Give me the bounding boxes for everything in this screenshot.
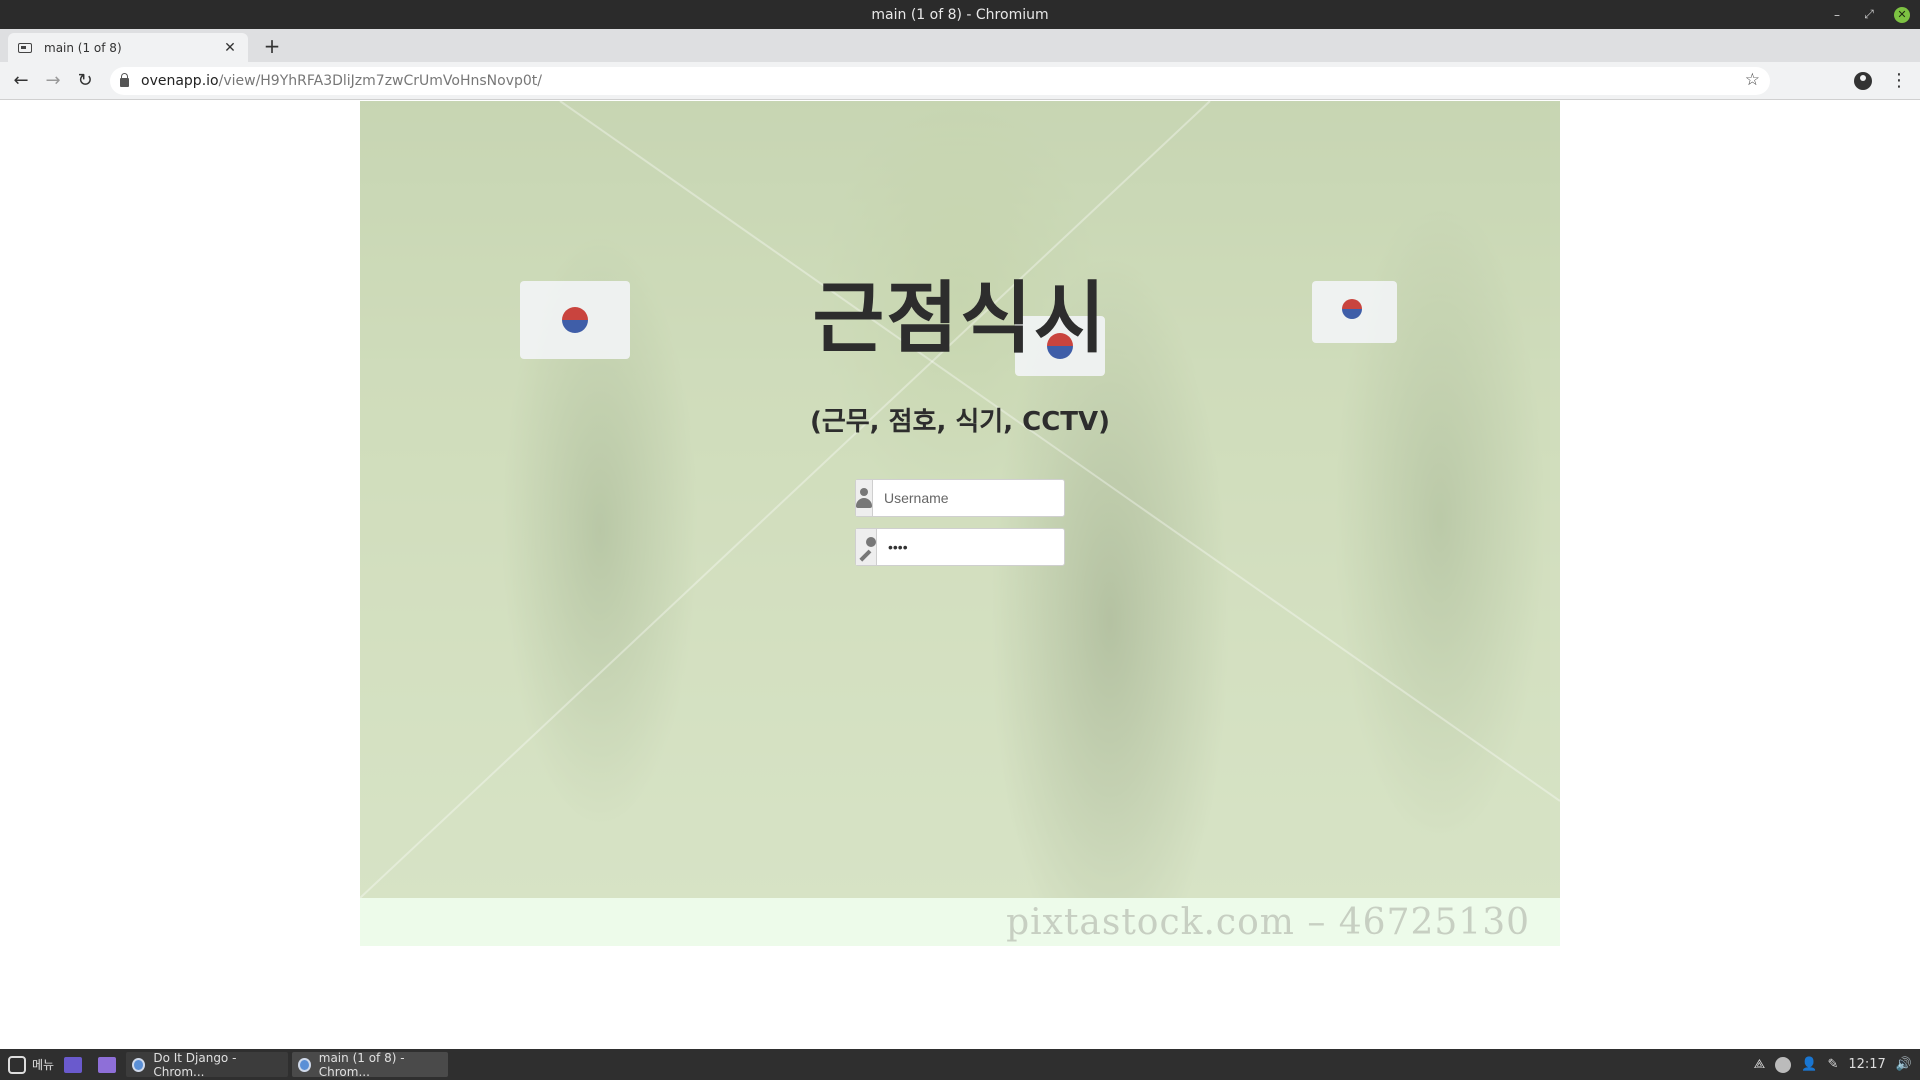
reload-icon[interactable]: ↻ <box>74 70 96 92</box>
system-tray: ⟁ 👤 ✎ 12:17 🔊 <box>1754 1052 1912 1077</box>
page-viewport: pixtastock.com – 46725130 근점식시 (근무, 점호, … <box>0 101 1920 1049</box>
window-titlebar: main (1 of 8) - Chromium – ⤢ ✕ <box>0 0 1920 29</box>
status-icon[interactable] <box>1775 1056 1792 1073</box>
forward-icon[interactable]: → <box>42 70 64 92</box>
chromium-icon <box>132 1057 146 1072</box>
bookmark-star-icon[interactable]: ☆ <box>1745 70 1760 90</box>
username-field <box>855 479 1065 517</box>
taskbar-window-django[interactable]: Do It Django - Chrom... <box>126 1050 288 1079</box>
show-desktop-button[interactable] <box>58 1052 88 1077</box>
tab-strip: main (1 of 8) ✕ <box>0 29 1920 62</box>
tab-title: main (1 of 8) <box>44 40 122 55</box>
url-host: ovenapp.io <box>141 73 219 89</box>
files-launcher[interactable] <box>92 1052 122 1077</box>
new-tab-icon[interactable]: + <box>262 36 282 56</box>
username-addon <box>856 480 873 516</box>
taskbar: 메뉴 Do It Django - Chrom... main (1 of 8)… <box>0 1049 1920 1080</box>
watermark-strip: pixtastock.com – 46725130 <box>360 898 1560 946</box>
account-icon[interactable] <box>1854 72 1876 90</box>
password-addon <box>856 529 877 565</box>
page-subtitle: (근무, 점호, 식기, CCTV) <box>809 407 1111 437</box>
password-input[interactable] <box>877 529 1069 565</box>
stock-watermark: pixtastock.com – 46725130 <box>1006 902 1530 943</box>
folder-icon <box>98 1056 116 1073</box>
password-field <box>855 528 1069 566</box>
tab-close-icon[interactable]: ✕ <box>222 40 238 56</box>
browser-toolbar: ← → ↻ ovenapp.io/view/H9YhRFA3DliJzm7zwC… <box>0 62 1920 100</box>
tab-main[interactable]: main (1 of 8) ✕ <box>8 33 248 62</box>
username-input[interactable] <box>873 480 1065 516</box>
window-title: main (1 of 8) - Chromium <box>871 6 1049 23</box>
user-tray-icon[interactable]: 👤 <box>1801 1057 1817 1072</box>
restore-icon[interactable]: ⤢ <box>1862 7 1876 22</box>
page-title: 근점식시 <box>812 274 1108 364</box>
taskbar-window-label: main (1 of 8) - Chrom... <box>318 1050 405 1079</box>
menu-kebab-icon[interactable]: ⋮ <box>1888 70 1910 92</box>
minimize-icon[interactable]: – <box>1830 8 1844 22</box>
taskbar-window-label: Do It Django - Chrom... <box>153 1050 237 1079</box>
key-icon <box>856 537 876 557</box>
volume-icon[interactable]: 🔊 <box>1896 1057 1912 1072</box>
tab-favicon-icon <box>18 42 32 53</box>
clock[interactable]: 12:17 <box>1848 1057 1885 1072</box>
close-window-icon[interactable]: ✕ <box>1894 6 1910 23</box>
login-panel: 근점식시 (근무, 점호, 식기, CCTV) <box>0 101 1920 898</box>
back-icon[interactable]: ← <box>10 70 32 92</box>
chromium-icon <box>298 1057 311 1072</box>
taskbar-window-main[interactable]: main (1 of 8) - Chrom... <box>292 1050 448 1079</box>
user-icon <box>856 488 872 508</box>
start-menu-button[interactable]: 메뉴 <box>2 1052 60 1077</box>
pen-icon[interactable]: ✎ <box>1827 1057 1838 1072</box>
window-controls: – ⤢ ✕ <box>1830 0 1910 29</box>
mint-menu-icon <box>8 1055 26 1074</box>
network-icon[interactable]: ⟁ <box>1754 1057 1766 1072</box>
url-path: /view/H9YhRFA3DliJzm7zwCrUmVoHnsNovp0t/ <box>218 73 542 89</box>
desktop-icon <box>64 1056 82 1073</box>
address-bar[interactable]: ovenapp.io/view/H9YhRFA3DliJzm7zwCrUmVoH… <box>110 67 1770 95</box>
lock-icon <box>120 73 129 87</box>
start-menu-label: 메뉴 <box>32 1058 55 1072</box>
